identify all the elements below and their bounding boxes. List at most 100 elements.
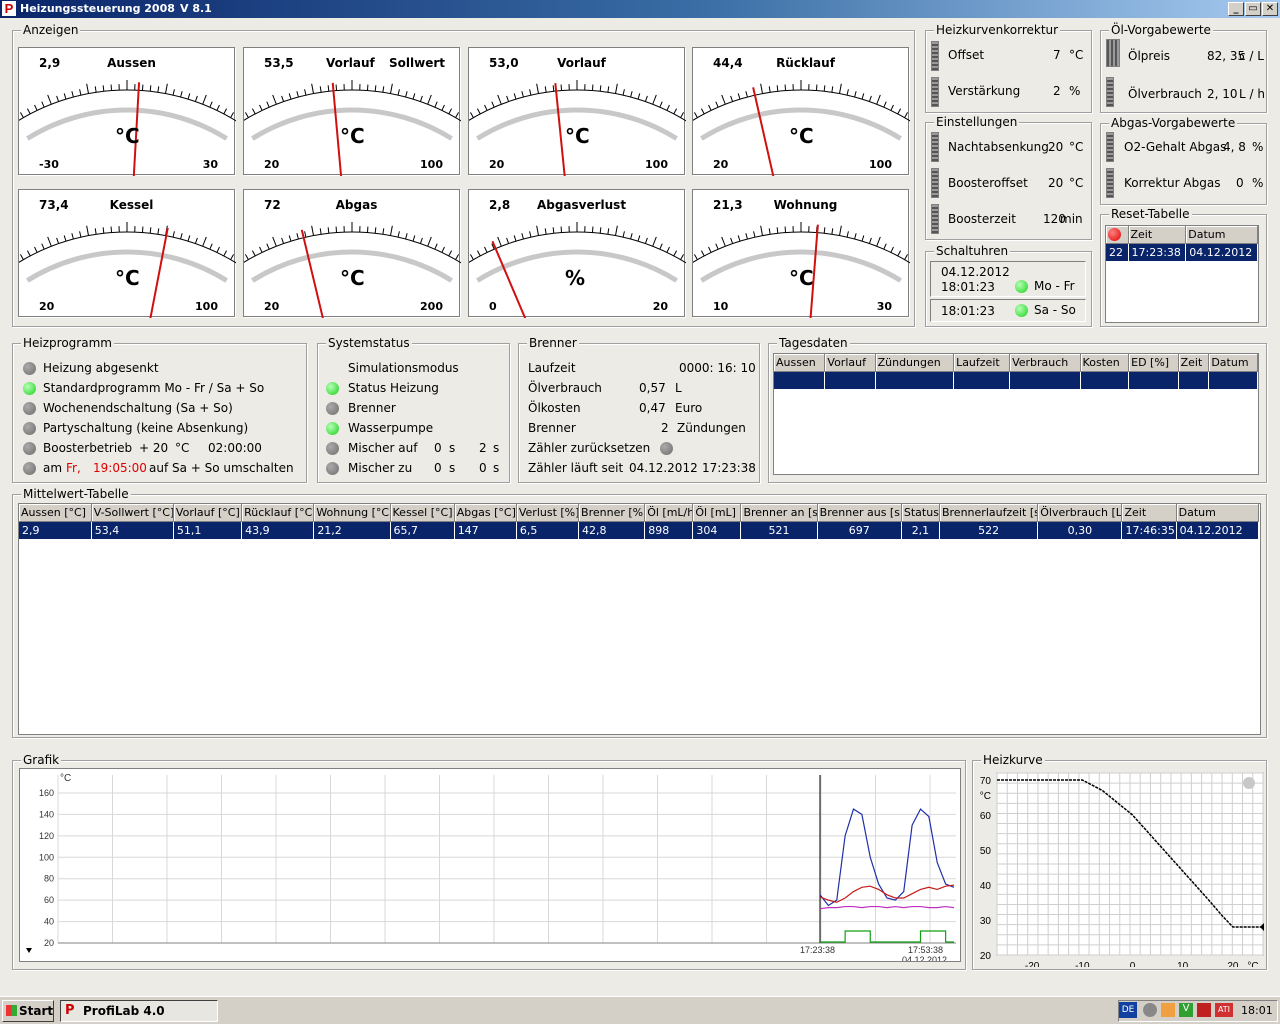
mittelwert-column-header[interactable]: V-Sollwert [°C] [91, 504, 174, 522]
booster-led[interactable] [23, 442, 36, 455]
mittelwert-column-header[interactable]: Datum [1176, 504, 1260, 522]
mittelwert-column-header[interactable]: Wohnung [°C] [313, 504, 391, 522]
gauge-tick [311, 83, 314, 94]
tagesdaten-table[interactable]: Aussen Vorlauf Zündungen Laufzeit Verbrauch K… [773, 353, 1259, 475]
hp-led-2[interactable] [23, 402, 36, 415]
nachtabsenkung-slider[interactable] [931, 132, 939, 162]
mittelwert-column-header[interactable]: Zeit [1121, 504, 1177, 522]
tray-app-icon[interactable] [1143, 1003, 1157, 1017]
mittelwert-column-header[interactable]: Brenner aus [s] [817, 504, 902, 522]
mittelwert-column-header[interactable]: Vorlauf [°C] [173, 504, 243, 522]
zaehler-reset-button[interactable] [660, 442, 673, 455]
tagesdaten-column-header[interactable]: Datum [1208, 354, 1258, 372]
tagesdaten-column-header[interactable]: ED [%] [1128, 354, 1179, 372]
offset-slider[interactable] [931, 41, 939, 71]
table-row[interactable]: 22 17:23:38 04.12.2012 [1106, 243, 1258, 261]
gauge-tick [680, 112, 685, 118]
mittelwert-column-header[interactable]: Verlust [%] [516, 504, 580, 522]
boosteroffset-slider[interactable] [931, 168, 939, 198]
gauge-tick [165, 83, 168, 94]
reset-col-datum[interactable]: Datum [1185, 226, 1258, 244]
maximize-button[interactable]: ▭ [1245, 2, 1261, 16]
oelverbrauch-slider[interactable] [1106, 77, 1114, 107]
gauge-tick [187, 93, 191, 100]
gauge-tick [26, 250, 31, 257]
mittelwert-column-header[interactable]: Öl [mL/h] [644, 504, 694, 522]
offset-value: 7 [1053, 48, 1061, 62]
mittelwert-cell: 898 [644, 521, 694, 539]
tagesdaten-cell [1208, 371, 1258, 389]
gauge-tick [708, 246, 712, 253]
hp-led-1[interactable] [23, 382, 36, 395]
mittelwert-column-header[interactable]: Brenner [%] [578, 504, 646, 522]
tagesdaten-column-header[interactable]: Aussen [774, 354, 826, 372]
schaltuhr-date: 04.12.2012 [941, 265, 1010, 279]
mittelwert-column-header[interactable]: Ölverbrauch [L] [1037, 504, 1123, 522]
mischer-zu-label: Mischer zu [348, 461, 413, 475]
gauge-name: Kessel [109, 198, 154, 212]
gauge-unit: °C [789, 124, 814, 148]
mittelwert-column-header[interactable]: Öl [mL] [692, 504, 742, 522]
start-button[interactable]: Start [2, 1000, 54, 1022]
mittelwert-column-header[interactable]: Rücklauf [°C] [241, 504, 315, 522]
gauge-tick [890, 104, 894, 111]
oelkosten-unit: Euro [675, 401, 703, 415]
hp-led-3[interactable] [23, 422, 36, 435]
gauge-min: 20 [713, 158, 729, 171]
tagesdaten-column-header[interactable]: Laufzeit [953, 354, 1011, 372]
tagesdaten-column-header[interactable]: Zeit [1178, 354, 1210, 372]
shield-icon[interactable] [1197, 1003, 1211, 1017]
mittelwert-column-header[interactable]: Brenner an [s] [740, 504, 818, 522]
gauge-tick [536, 83, 539, 94]
grafik-ytick: 140 [39, 809, 54, 819]
mittelwert-column-header[interactable]: Kessel [°C] [390, 504, 455, 522]
clock[interactable]: 18:01 [1241, 1004, 1273, 1017]
gauge-tick [230, 112, 235, 118]
mittelwert-column-header[interactable]: Status [901, 504, 940, 522]
speaker-icon[interactable] [1161, 1003, 1175, 1017]
gauge-tick [259, 246, 263, 253]
antivirus-icon[interactable]: V [1179, 1003, 1193, 1017]
boosterzeit-slider[interactable] [931, 204, 939, 234]
schaltuhr-2[interactable]: 18:01:23 Sa - So [930, 299, 1086, 322]
schaltuhr-1[interactable]: 04.12.2012 18:01:23 Mo - Fr [930, 261, 1086, 297]
wasserpumpe-led [326, 422, 339, 435]
reset-caption: Reset-Tabelle [1109, 207, 1192, 221]
schaltuhr-1-led [1015, 280, 1028, 293]
taskbar-item-profilab[interactable]: P ProfiLab 4.0 [60, 1000, 218, 1022]
oel-vorgabewerte-group: Öl-Vorgabewerte Ölpreis 82, 35 c / L Ölv… [1100, 23, 1267, 113]
ati-icon[interactable]: ATI [1215, 1003, 1233, 1017]
tagesdaten-column-header[interactable]: Vorlauf [824, 354, 876, 372]
mittelwert-column-header[interactable]: Aussen [°C] [19, 504, 92, 522]
close-button[interactable]: ✕ [1262, 2, 1278, 16]
hp-led-0[interactable] [23, 362, 36, 375]
mittelwert-cell: 522 [939, 521, 1039, 539]
reset-table[interactable]: Zeit Datum 22 17:23:38 04.12.2012 [1105, 225, 1259, 323]
reset-col-zeit[interactable]: Zeit [1128, 226, 1187, 244]
table-row[interactable]: 2,9 53,4 51,1 43,9 21,2 65,7 147 6,5 42,8 898 304 5… [19, 521, 1260, 539]
grafik-plot[interactable]: 160 140 120 100 80 60 40 20 °C 17:23:38 17:53:38 04… [19, 768, 961, 965]
tagesdaten-column-header[interactable]: Zündungen [875, 354, 955, 372]
gauge-tick [544, 86, 547, 93]
korrektur-abgas-slider[interactable] [1106, 168, 1114, 198]
gauge-tick [868, 237, 872, 244]
mittelwert-cell: 304 [692, 521, 742, 539]
tagesdaten-column-header[interactable]: Verbrauch [1009, 354, 1081, 372]
minimize-button[interactable]: _ [1228, 2, 1244, 16]
reset-tabelle-group: Reset-Tabelle Zeit Datum 22 17:23:38 04.12.… [1100, 207, 1267, 327]
mittelwert-column-header[interactable]: Abgas [°C] [454, 504, 517, 522]
am-led[interactable] [23, 462, 36, 475]
tagesdaten-column-header[interactable]: Kosten [1080, 354, 1130, 372]
heizkurve-yunit: °C [980, 791, 991, 802]
brenner-status-label: Brenner [348, 401, 396, 415]
verstaerkung-slider[interactable] [931, 77, 939, 107]
table-row[interactable] [774, 371, 1258, 389]
o2-slider[interactable] [1106, 132, 1114, 162]
oelpreis-slider[interactable] [1106, 39, 1120, 67]
gauge-tick [469, 112, 474, 118]
mittelwert-column-header[interactable]: Brennerlaufzeit [s] [939, 504, 1039, 522]
gauge-tick [693, 112, 698, 118]
language-icon[interactable]: DE [1119, 1002, 1137, 1018]
mittelwert-table[interactable]: Aussen [°C] V-Sollwert [°C] Vorlauf [°C] Rü… [18, 503, 1261, 735]
verstaerkung-unit: % [1069, 84, 1081, 98]
